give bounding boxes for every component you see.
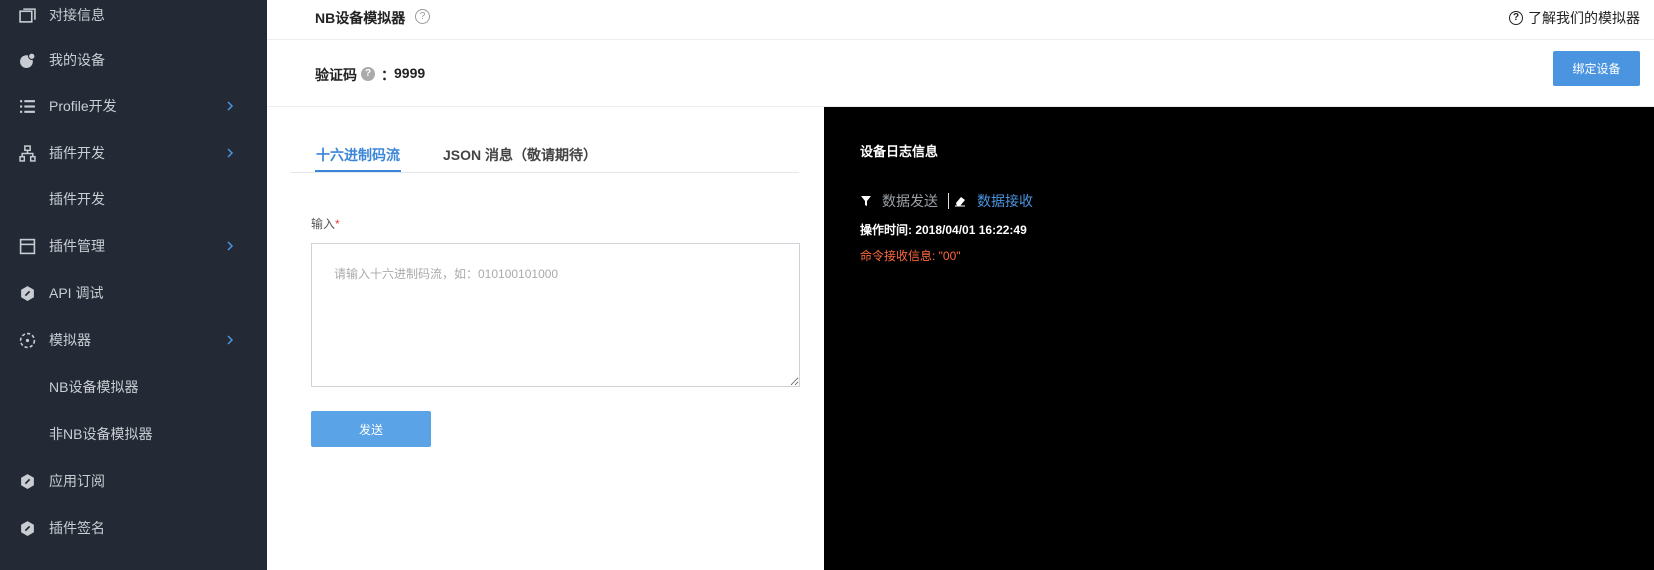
- sidebar-item-plugin-dev[interactable]: 插件开发: [0, 131, 267, 175]
- page-title: NB设备模拟器: [315, 10, 406, 26]
- log-command-received: 命令接收信息: "00": [860, 249, 961, 263]
- sidebar-item-api-debug[interactable]: API 调试: [0, 271, 267, 315]
- sidebar-item-label: 插件签名: [49, 520, 105, 536]
- sidebar-item-my-devices[interactable]: 我的设备: [0, 38, 267, 82]
- device-log-panel: 设备日志信息 数据发送 数据接收 操作时间: 2018/04/01 16:22:…: [824, 107, 1654, 570]
- log-operation-time: 操作时间: 2018/04/01 16:22:49: [860, 223, 1027, 237]
- hex-icon: [18, 472, 36, 490]
- filter-data-send[interactable]: 数据发送: [882, 191, 938, 211]
- input-panel: 十六进制码流 JSON 消息（敬请期待） 输入* 发送: [267, 107, 824, 570]
- dotted-circle-icon: [18, 331, 36, 349]
- sidebar-item-profile-dev[interactable]: Profile开发: [0, 84, 267, 128]
- list-icon: [18, 97, 36, 115]
- sidebar-item-plugin-signature[interactable]: 插件签名: [0, 506, 267, 550]
- verify-code-value: 9999: [394, 65, 426, 81]
- input-label-text: 输入: [311, 217, 336, 231]
- hex-icon: [18, 284, 36, 302]
- app-root: 对接信息 我的设备 Profile开发 插件开发 插件开发 插件管理 API 调…: [0, 0, 1654, 570]
- eraser-icon: [955, 197, 965, 207]
- send-button[interactable]: 发送: [311, 411, 431, 447]
- verify-code-label: 验证码: [315, 67, 357, 83]
- question-circle-icon: ?: [1509, 11, 1523, 25]
- window-icon: [18, 6, 36, 24]
- filter-icon: [861, 196, 871, 206]
- sidebar-item-label: 插件开发: [49, 145, 105, 161]
- required-mark: *: [335, 217, 340, 231]
- learn-simulator-label: 了解我们的模拟器: [1528, 10, 1640, 26]
- hex-icon: [18, 519, 36, 537]
- sidebar-item-label: 插件管理: [49, 238, 105, 254]
- active-tab-indicator: [315, 170, 401, 172]
- sidebar-item-label: 我的设备: [49, 52, 105, 68]
- hex-stream-input[interactable]: [311, 243, 800, 387]
- sidebar-subitem-non-nb-simulator[interactable]: 非NB设备模拟器: [0, 412, 267, 456]
- sidebar-item-label: 模拟器: [49, 332, 91, 348]
- hierarchy-icon: [18, 144, 36, 162]
- sidebar-item-plugin-manage[interactable]: 插件管理: [0, 224, 267, 268]
- device-icon: [18, 51, 36, 69]
- sidebar-item-label: Profile开发: [49, 98, 117, 114]
- question-circle-icon[interactable]: ?: [361, 67, 375, 81]
- sidebar-subitem-nb-simulator[interactable]: NB设备模拟器: [0, 365, 267, 409]
- chevron-right-icon: [227, 148, 234, 158]
- sidebar-item-label: 插件开发: [49, 191, 105, 207]
- sidebar-item-simulator[interactable]: 模拟器: [0, 318, 267, 362]
- tab-hex-stream[interactable]: 十六进制码流: [316, 145, 400, 165]
- sidebar-item-label: NB设备模拟器: [49, 379, 139, 395]
- sidebar-subitem-plugin-dev[interactable]: 插件开发: [0, 177, 267, 221]
- sidebar-item-label: 应用订阅: [49, 473, 105, 489]
- top-bar: NB设备模拟器 ? ? 了解我们的模拟器: [267, 0, 1654, 40]
- log-filter-bar: 数据发送 数据接收: [860, 191, 1033, 211]
- learn-simulator-link[interactable]: ? 了解我们的模拟器: [1509, 8, 1640, 28]
- sidebar-item-label: 非NB设备模拟器: [49, 426, 153, 442]
- tab-bar: 十六进制码流 JSON 消息（敬请期待）: [291, 133, 799, 173]
- verification-row: 验证码 ? ： 9999 绑定设备: [267, 40, 1654, 107]
- chevron-right-icon: [227, 241, 234, 251]
- filter-data-receive[interactable]: 数据接收: [977, 191, 1033, 211]
- chevron-right-icon: [227, 335, 234, 345]
- verify-colon: ：: [381, 67, 395, 83]
- sidebar: 对接信息 我的设备 Profile开发 插件开发 插件开发 插件管理 API 调…: [0, 0, 267, 570]
- sidebar-item-integration-info[interactable]: 对接信息: [0, 0, 267, 37]
- log-title: 设备日志信息: [860, 144, 939, 159]
- chevron-right-icon: [227, 101, 234, 111]
- filter-divider: [948, 193, 949, 209]
- input-label: 输入*: [311, 215, 340, 232]
- question-circle-icon[interactable]: ?: [415, 9, 430, 24]
- sidebar-item-label: API 调试: [49, 285, 104, 301]
- panel-icon: [18, 237, 36, 255]
- tab-json-message[interactable]: JSON 消息（敬请期待）: [443, 145, 597, 165]
- sidebar-item-label: 对接信息: [49, 7, 105, 23]
- sidebar-item-app-subscription[interactable]: 应用订阅: [0, 459, 267, 503]
- bind-device-button[interactable]: 绑定设备: [1553, 51, 1640, 86]
